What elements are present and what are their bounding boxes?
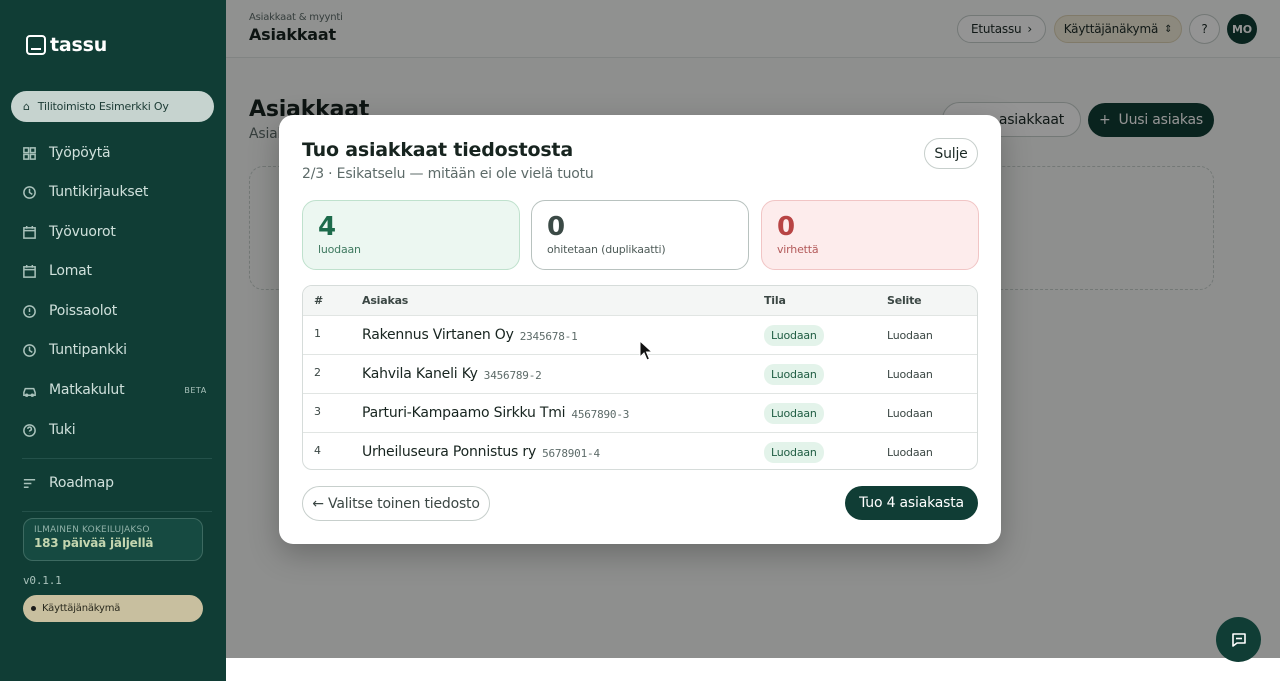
logo-icon: [26, 35, 46, 55]
customer-name: Rakennus Virtanen Oy: [362, 327, 514, 343]
modal-title: Tuo asiakkaat tiedostosta: [302, 139, 573, 161]
list-icon: [22, 476, 37, 491]
customer-name: Urheiluseura Ponnistus ry: [362, 444, 537, 460]
row-index: 4: [314, 443, 321, 457]
modal-step-subtitle: 2/3 · Esikatselu — mitään ei ole vielä t…: [302, 166, 594, 182]
organization-name: Tilitoimisto Esimerkki Oy: [37, 100, 169, 113]
trial-label: ILMAINEN KOKEILUJAKSO: [34, 525, 150, 535]
sidebar-item-label: Matkakulut: [49, 382, 125, 398]
chat-icon: [1231, 632, 1246, 647]
stat-error-value: 0: [777, 212, 795, 242]
status-badge: Luodaan: [764, 402, 824, 424]
trial-banner[interactable]: ILMAINEN KOKEILUJAKSO 183 päivää jäljell…: [23, 518, 203, 561]
divider: [22, 458, 212, 459]
sidebar-item-label: Tuntikirjaukset: [49, 184, 149, 200]
customer-cell: Rakennus Virtanen Oy 2345678-1: [362, 316, 578, 354]
sidebar-item-tuntipankki[interactable]: Tuntipankki: [22, 338, 127, 362]
note-cell: Luodaan: [887, 406, 933, 420]
table-row: 4 Urheiluseura Ponnistus ry 5678901-4 Lu…: [303, 433, 977, 469]
chat-button[interactable]: [1216, 617, 1261, 662]
customer-name: Parturi-Kampaamo Sirkku Tmi: [362, 405, 566, 421]
dashboard-icon: [22, 146, 37, 161]
sidebar-item-label: Tuntipankki: [49, 342, 127, 358]
sidebar-item-tuki[interactable]: Tuki: [22, 418, 76, 442]
sidebar: tassu ⌂ Tilitoimisto Esimerkki Oy Työpöy…: [0, 0, 226, 681]
brand-logo[interactable]: tassu: [26, 34, 107, 56]
stat-create: 4 luodaan: [302, 200, 520, 270]
business-id: 3456789-2: [483, 368, 542, 382]
note-cell: Luodaan: [887, 367, 933, 381]
preview-table: # Asiakas Tila Selite 1 Rakennus Virtane…: [302, 285, 978, 470]
customer-cell: Urheiluseura Ponnistus ry 5678901-4: [362, 433, 600, 469]
stat-create-value: 4: [318, 212, 336, 242]
stat-error-label: virhettä: [777, 243, 819, 256]
status-cell: Luodaan: [764, 394, 824, 432]
sidebar-item-label: Roadmap: [49, 475, 114, 491]
trial-days: 183 päivää jäljellä: [34, 536, 154, 550]
stat-skip-value: 0: [547, 212, 565, 242]
status-cell: Luodaan: [764, 433, 824, 469]
sidebar-item-label: Poissaolot: [49, 303, 118, 319]
status-badge: Luodaan: [764, 324, 824, 346]
car-icon: [22, 383, 37, 398]
business-id: 5678901-4: [542, 446, 600, 460]
brand-name: tassu: [50, 34, 108, 56]
home-icon: ⌂: [23, 100, 30, 113]
row-index: 1: [314, 326, 321, 340]
business-id: 2345678-1: [519, 329, 578, 343]
divider: [22, 511, 212, 512]
header-customer: Asiakas: [362, 294, 409, 307]
row-index: 2: [314, 365, 321, 379]
choose-another-file-button[interactable]: ← Valitse toinen tiedosto: [302, 486, 490, 521]
view-mode-pill[interactable]: Käyttäjänäkymä: [23, 595, 203, 622]
sidebar-item-tyovuorot[interactable]: Työvuorot: [22, 220, 116, 244]
organization-switcher[interactable]: ⌂ Tilitoimisto Esimerkki Oy: [11, 91, 214, 122]
stat-skip-label: ohitetaan (duplikaatti): [547, 243, 666, 256]
status-badge: Luodaan: [764, 441, 824, 463]
header-index: #: [314, 294, 324, 307]
clock-icon: [22, 343, 37, 358]
note-cell: Luodaan: [887, 328, 933, 342]
customer-name: Kahvila Kaneli Ky: [362, 366, 478, 382]
beta-badge: BETA: [184, 385, 207, 395]
sidebar-item-label: Lomat: [49, 263, 92, 279]
bottom-strip: [226, 658, 1280, 681]
customer-cell: Kahvila Kaneli Ky 3456789-2: [362, 355, 542, 393]
header-status: Tila: [764, 294, 786, 307]
status-cell: Luodaan: [764, 316, 824, 354]
sidebar-item-roadmap[interactable]: Roadmap: [22, 471, 114, 495]
sidebar-item-tuntikirjaukset[interactable]: Tuntikirjaukset: [22, 180, 148, 204]
dot-icon: [31, 606, 36, 611]
import-confirm-button[interactable]: Tuo 4 asiakasta: [845, 486, 978, 520]
status-cell: Luodaan: [764, 355, 824, 393]
stat-skip: 0 ohitetaan (duplikaatti): [531, 200, 749, 270]
calendar-icon: [22, 225, 37, 240]
row-index: 3: [314, 404, 321, 418]
sidebar-item-poissaolot[interactable]: Poissaolot: [22, 299, 117, 323]
sidebar-item-tyopoyta[interactable]: Työpöytä: [22, 141, 111, 165]
close-button[interactable]: Sulje: [924, 138, 978, 169]
table-header: # Asiakas Tila Selite: [303, 286, 977, 316]
table-row: 3 Parturi-Kampaamo Sirkku Tmi 4567890-3 …: [303, 394, 977, 433]
stat-create-label: luodaan: [318, 243, 361, 256]
sidebar-item-label: Työpöytä: [49, 145, 111, 161]
sidebar-item-lomat[interactable]: Lomat: [22, 259, 92, 283]
sidebar-item-label: Työvuorot: [49, 224, 116, 240]
header-note: Selite: [887, 294, 922, 307]
import-modal: Tuo asiakkaat tiedostosta 2/3 · Esikatse…: [279, 115, 1001, 544]
sidebar-item-label: Tuki: [49, 422, 76, 438]
note-cell: Luodaan: [887, 445, 933, 459]
business-id: 4567890-3: [571, 407, 630, 421]
view-mode-label: Käyttäjänäkymä: [42, 603, 121, 614]
clock-icon: [22, 185, 37, 200]
app-version: v0.1.1: [23, 574, 62, 587]
status-badge: Luodaan: [764, 363, 824, 385]
calendar-icon: [22, 264, 37, 279]
stat-error: 0 virhettä: [761, 200, 979, 270]
customer-cell: Parturi-Kampaamo Sirkku Tmi 4567890-3: [362, 394, 629, 432]
sidebar-item-matkakulut[interactable]: Matkakulut BETA: [22, 378, 207, 402]
mouse-cursor-icon: [639, 340, 653, 361]
help-circle-icon: [22, 423, 37, 438]
alert-circle-icon: [22, 304, 37, 319]
